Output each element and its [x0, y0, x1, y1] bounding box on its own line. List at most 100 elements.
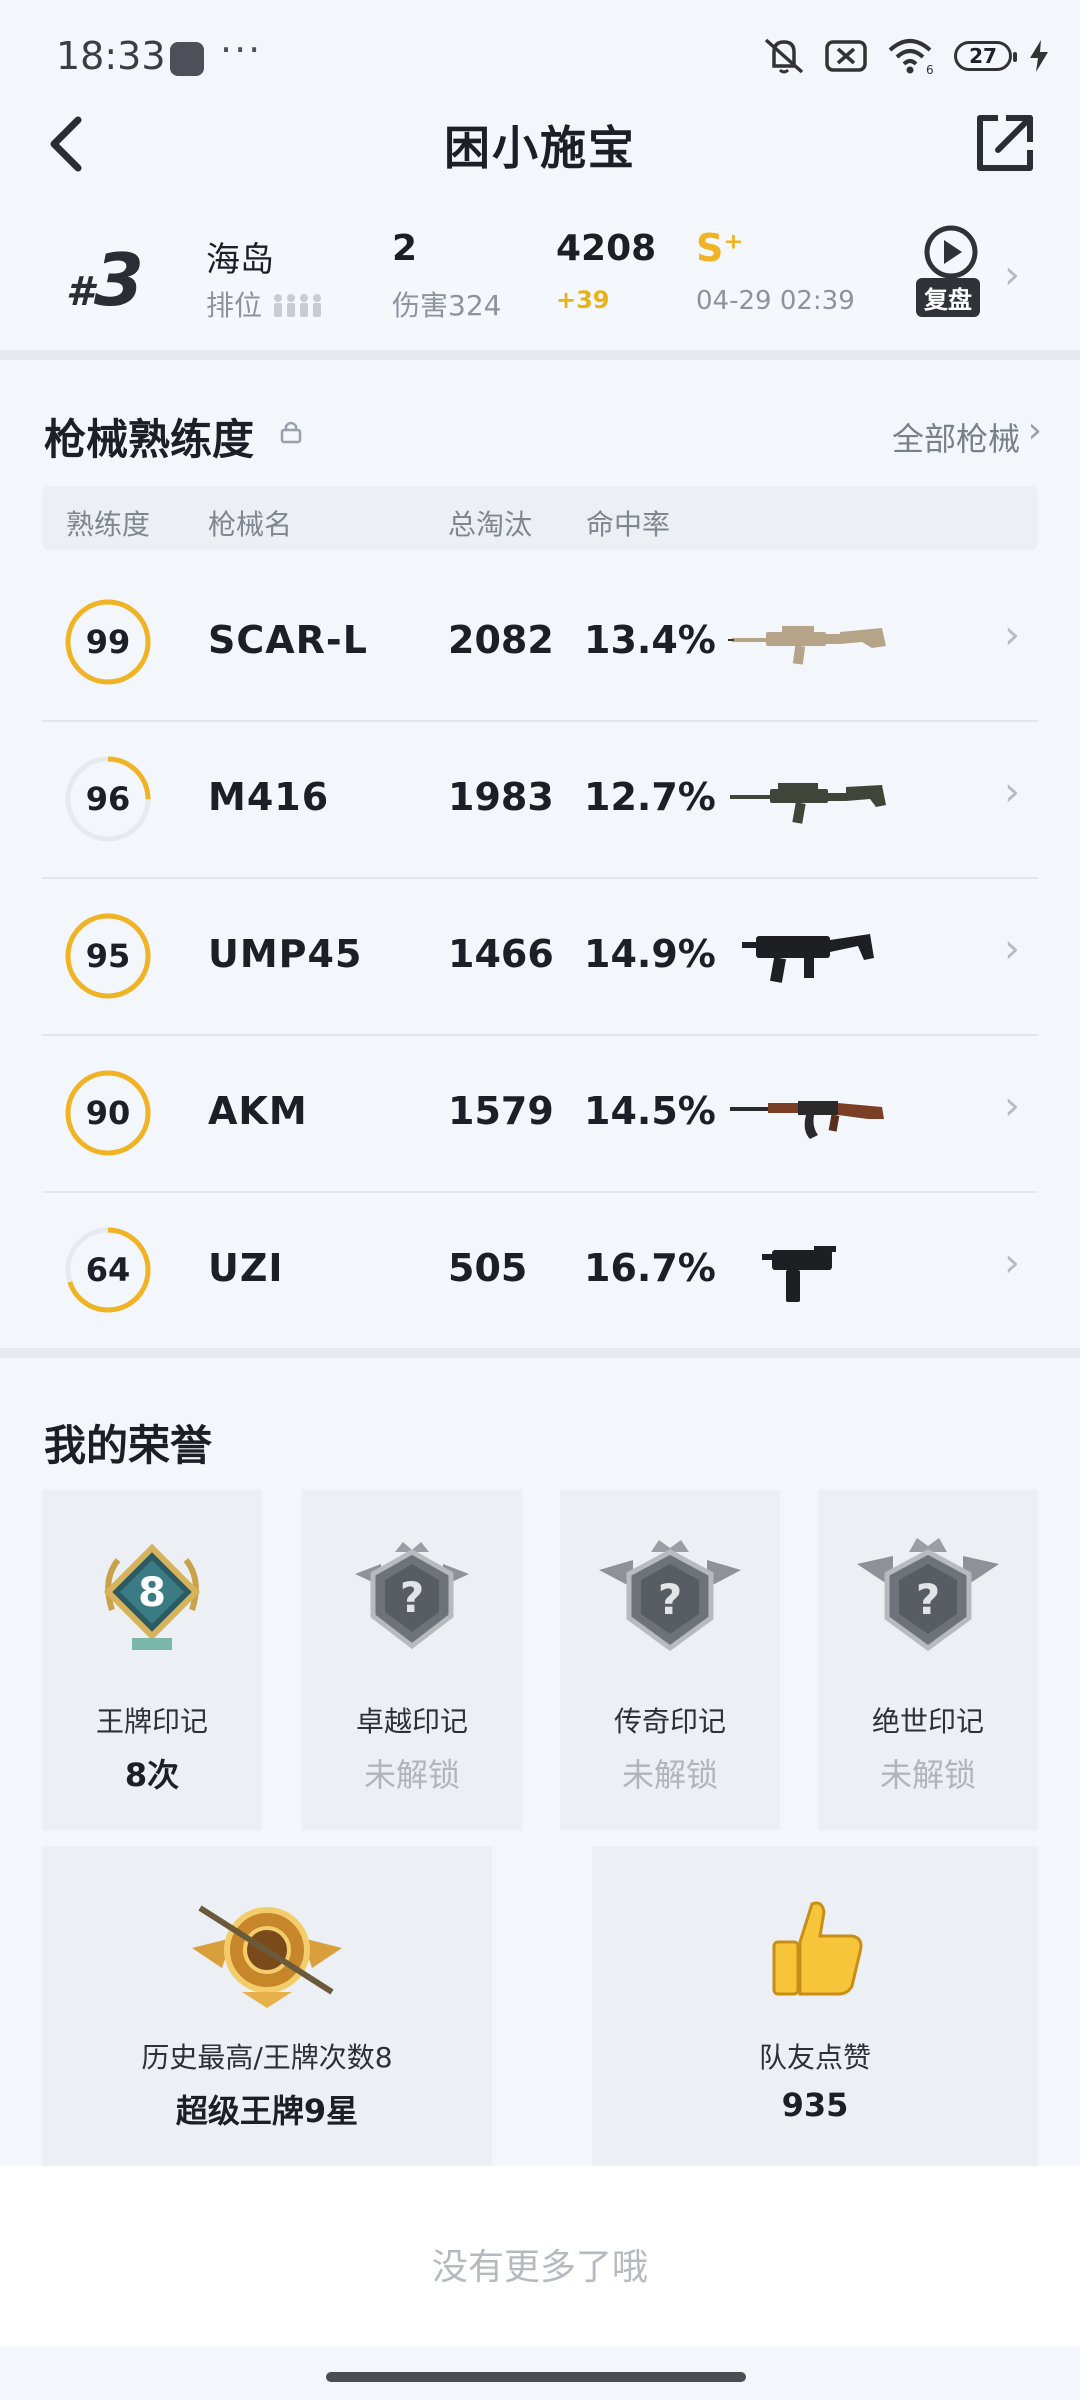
proficiency-level: 64	[85, 1251, 131, 1289]
honor-value: 超级王牌9星	[175, 2092, 359, 2130]
share-icon[interactable]	[972, 110, 1038, 176]
proficiency-level: 99	[85, 623, 131, 661]
weapon-kills: 1466	[448, 932, 554, 976]
weapon-hit-rate: 16.7%	[584, 1246, 716, 1290]
proficiency-level: 90	[85, 1094, 131, 1132]
page-title: 困小施宝	[444, 121, 636, 175]
weapon-row-scar-l[interactable]: 99 SCAR-L 2082 13.4% ›	[42, 564, 1038, 722]
chevron-right-icon: ›	[1027, 410, 1042, 451]
match-mode: 排位	[206, 284, 323, 324]
weapons-table-header	[42, 486, 1038, 550]
ace-tier-badge-icon	[192, 1905, 342, 2008]
honor-label: 卓越印记	[355, 1705, 468, 1738]
honor-label: 传奇印记	[613, 1705, 726, 1738]
chevron-right-icon: ›	[1004, 612, 1020, 658]
home-indicator[interactable]	[326, 2372, 746, 2382]
rifle-wood-icon	[730, 1101, 884, 1139]
uzi-icon	[762, 1246, 836, 1302]
status-time: 18:33	[56, 34, 166, 78]
match-rank: #3	[66, 238, 144, 322]
chevron-right-icon: ›	[1004, 252, 1020, 298]
no-sim-icon	[825, 40, 867, 72]
weapon-kills: 1983	[448, 775, 554, 819]
honor-label: 历史最高/王牌次数8	[141, 2041, 393, 2074]
weapons-section-title: 枪械熟练度	[44, 415, 255, 464]
rifle-green-icon	[730, 783, 886, 824]
match-map: 海岛	[206, 240, 274, 280]
weapon-row-akm[interactable]: 90 AKM 1579 14.5% ›	[42, 1035, 1038, 1193]
honor-card-legend-mark[interactable]: ? 传奇印记 未解锁	[560, 1490, 780, 1830]
weapon-kills: 2082	[448, 618, 554, 662]
charging-icon	[1030, 40, 1048, 72]
mute-vibrate-icon	[764, 38, 804, 74]
proficiency-level: 95	[85, 937, 131, 975]
notification-app-icon	[170, 42, 204, 76]
header-total-kills: 总淘汰	[448, 508, 533, 541]
chevron-right-icon: ›	[1004, 1083, 1020, 1129]
honor-value: 8次	[124, 1756, 180, 1794]
honors-section-title: 我的荣誉	[44, 1421, 213, 1470]
weapon-hit-rate: 14.9%	[584, 932, 716, 976]
weapon-kills: 1579	[448, 1089, 554, 1133]
honor-card-ace-mark[interactable]: 8 王牌印记 8次	[42, 1490, 262, 1830]
section-divider	[0, 350, 1080, 360]
section-divider	[0, 1348, 1080, 1358]
rifle-tan-icon	[728, 626, 886, 665]
header-proficiency: 熟练度	[66, 508, 151, 541]
weapon-hit-rate: 14.5%	[584, 1089, 716, 1133]
match-tier: S⁺	[696, 226, 744, 270]
weapon-hit-rate: 12.7%	[584, 775, 716, 819]
honor-label: 绝世印记	[871, 1705, 984, 1738]
honor-card-history-best[interactable]: 历史最高/王牌次数8 超级王牌9星	[42, 1846, 492, 2166]
wifi-icon: 6	[888, 39, 934, 76]
weapon-name: SCAR-L	[208, 618, 368, 662]
all-weapons-link[interactable]: 全部枪械	[892, 414, 1020, 460]
honor-card-teammate-likes[interactable]: 队友点赞 935	[592, 1846, 1038, 2166]
honor-card-peerless-mark[interactable]: ? 绝世印记 未解锁	[818, 1490, 1038, 1830]
honor-value: 未解锁	[621, 1756, 718, 1794]
weapon-name: AKM	[208, 1089, 308, 1133]
weapon-row-uzi[interactable]: 64 UZI 505 16.7% ›	[42, 1192, 1038, 1348]
squad-icon	[273, 294, 321, 317]
weapon-name: M416	[208, 775, 330, 819]
chevron-right-icon: ›	[1004, 1240, 1020, 1286]
svg-text:?: ?	[400, 1573, 424, 1622]
ace-badge-icon: 8	[103, 1543, 201, 1650]
honor-label: 队友点赞	[758, 2041, 871, 2074]
weapon-name: UZI	[208, 1246, 284, 1290]
honor-value: 未解锁	[363, 1756, 460, 1794]
weapon-hit-rate: 13.4%	[584, 618, 716, 662]
weapon-row-m416[interactable]: 96 M416 1983 12.7% ›	[42, 721, 1038, 879]
lock-icon[interactable]	[280, 420, 302, 444]
match-kills: 2	[392, 228, 418, 269]
battery-icon: 27	[954, 41, 1017, 71]
locked-badge-icon: ?	[857, 1538, 999, 1652]
locked-badge-icon: ?	[355, 1542, 469, 1650]
honor-label: 王牌印记	[95, 1705, 208, 1738]
thumbs-up-icon	[772, 1901, 863, 1996]
svg-text:?: ?	[658, 1575, 682, 1624]
weapon-kills: 505	[448, 1246, 528, 1290]
header-weapon-name: 枪械名	[208, 508, 293, 541]
more-notifications-icon: ···	[220, 28, 263, 72]
no-more-text: 没有更多了哦	[431, 2247, 648, 2288]
honor-value: 935	[781, 2086, 849, 2124]
svg-text:6: 6	[926, 63, 934, 76]
honor-value: 未解锁	[879, 1756, 976, 1794]
honor-card-excellence-mark[interactable]: ? 卓越印记 未解锁	[302, 1490, 522, 1830]
header-hit-rate: 命中率	[586, 508, 671, 541]
chevron-right-icon: ›	[1004, 926, 1020, 972]
match-damage: 伤害324	[392, 289, 502, 322]
locked-badge-icon: ?	[599, 1540, 741, 1652]
replay-button[interactable]: 复盘	[916, 278, 980, 317]
match-date: 04-29 02:39	[696, 286, 855, 316]
svg-text:?: ?	[916, 1575, 940, 1624]
weapon-row-ump45[interactable]: 95 UMP45 1466 14.9% ›	[42, 878, 1038, 1036]
svg-text:8: 8	[138, 1570, 166, 1616]
match-score-delta: +39	[556, 286, 610, 314]
smg-black-icon	[742, 934, 874, 983]
weapon-name: UMP45	[208, 932, 363, 976]
match-score: 4208	[556, 228, 657, 269]
proficiency-level: 96	[85, 780, 131, 818]
chevron-right-icon: ›	[1004, 769, 1020, 815]
